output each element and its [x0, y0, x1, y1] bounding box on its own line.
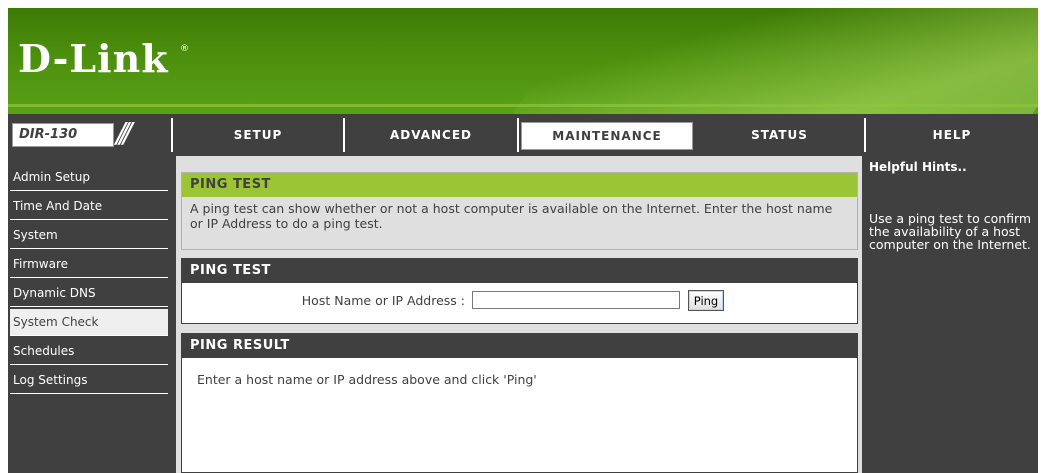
intro-text: A ping test can show whether or not a ho… — [190, 201, 833, 231]
tab-status[interactable]: STATUS — [695, 118, 866, 152]
ping-button[interactable]: Ping — [688, 290, 724, 311]
hints-text: Use a ping test to confirm the availabil… — [869, 211, 1032, 252]
host-input[interactable] — [472, 291, 680, 309]
intro-section: PING TEST A ping test can show whether o… — [181, 172, 858, 250]
ping-form-row: Host Name or IP Address : Ping — [182, 289, 857, 315]
ping-result-text: Enter a host name or IP address above an… — [197, 372, 537, 387]
top-nav: DIR-130 /// SETUP ADVANCED MAINTENANCE S… — [8, 116, 1038, 152]
sidebar-item-system-check[interactable]: System Check — [10, 309, 168, 336]
sidebar-item-firmware[interactable]: Firmware — [10, 251, 168, 278]
intro-title: PING TEST — [182, 173, 857, 197]
dlink-logo: D-Link — [18, 36, 169, 81]
model-badge: DIR-130 /// — [8, 116, 173, 152]
sidebar-item-system[interactable]: System — [10, 222, 168, 249]
helpful-hints-panel: Helpful Hints.. Use a ping test to confi… — [866, 156, 1038, 473]
tab-help[interactable]: HELP — [866, 118, 1038, 152]
tab-advanced[interactable]: ADVANCED — [345, 118, 519, 152]
model-name: DIR-130 — [19, 127, 78, 142]
hints-title: Helpful Hints.. — [869, 160, 967, 174]
slash-decoration-icon: /// — [116, 116, 133, 149]
router-admin-page: D-Link ® DIR-130 /// SETUP ADVANCED MAIN… — [8, 8, 1038, 473]
ping-test-section: PING TEST Host Name or IP Address : Ping — [181, 258, 858, 324]
ping-result-title: PING RESULT — [182, 334, 857, 358]
sidebar-item-time-and-date[interactable]: Time And Date — [10, 193, 168, 220]
ping-test-title: PING TEST — [182, 259, 857, 283]
registered-mark: ® — [180, 44, 189, 54]
tab-maintenance[interactable]: MAINTENANCE — [521, 122, 693, 150]
ping-result-section: PING RESULT Enter a host name or IP addr… — [181, 333, 858, 473]
host-label: Host Name or IP Address : — [301, 293, 465, 308]
tab-setup[interactable]: SETUP — [173, 118, 345, 152]
sidebar-item-schedules[interactable]: Schedules — [10, 338, 168, 365]
sidebar-item-log-settings[interactable]: Log Settings — [10, 367, 168, 394]
sidebar: Admin Setup Time And Date System Firmwar… — [8, 156, 171, 473]
main-content: PING TEST A ping test can show whether o… — [176, 156, 862, 473]
header-banner: D-Link ® — [8, 8, 1038, 114]
sidebar-item-admin-setup[interactable]: Admin Setup — [10, 164, 168, 191]
sidebar-item-dynamic-dns[interactable]: Dynamic DNS — [10, 280, 168, 307]
